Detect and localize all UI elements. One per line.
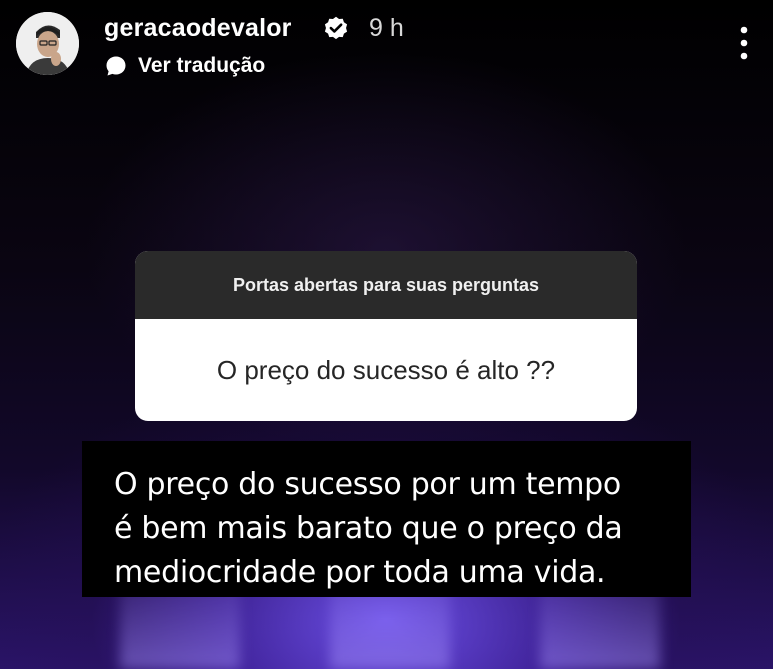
translate-label: Ver tradução xyxy=(138,54,266,77)
avatar[interactable] xyxy=(16,12,79,75)
answer-line: O preço do sucesso por um tempo xyxy=(114,467,621,502)
username[interactable]: geracaodevalor xyxy=(104,14,292,43)
verified-badge-icon xyxy=(324,16,348,40)
question-sticker: Portas abertas para suas perguntas O pre… xyxy=(135,251,637,421)
translate-button[interactable]: Ver tradução xyxy=(104,53,265,79)
question-text: O preço do sucesso é alto ?? xyxy=(216,354,556,385)
answer-text-block: O preço do sucesso por um tempo é bem ma… xyxy=(82,441,691,597)
answer-line: é bem mais barato que o preço da xyxy=(114,511,623,546)
answer-line: mediocridade por toda uma vida. xyxy=(114,555,606,590)
speech-bubble-icon xyxy=(106,56,126,76)
profile-photo xyxy=(16,12,79,75)
question-sticker-header: Portas abertas para suas perguntas xyxy=(135,251,637,319)
story-header: geracaodevalor 9 h Ver tradução xyxy=(16,12,753,82)
post-time: 9 h xyxy=(369,14,404,42)
more-vertical-icon[interactable] xyxy=(735,26,753,60)
